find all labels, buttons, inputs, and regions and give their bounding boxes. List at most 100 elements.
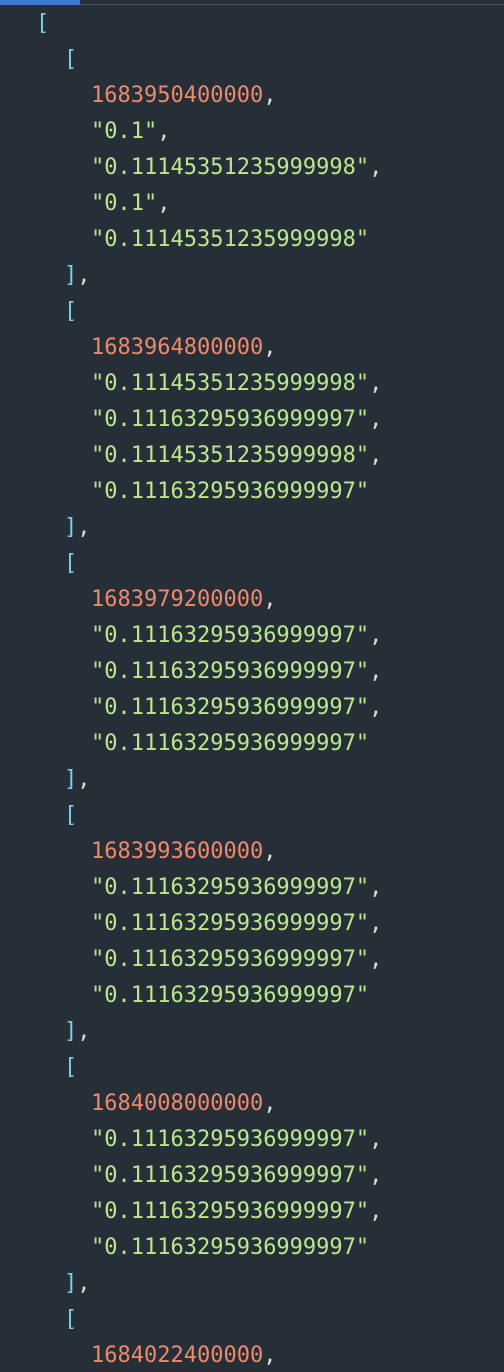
string-value: 0.11163295936999997 <box>104 731 356 756</box>
comma: , <box>369 155 383 180</box>
string-value: 0.11163295936999997 <box>104 479 356 504</box>
string-quote: " <box>91 1199 105 1224</box>
timestamp-value: 1683993600000 <box>91 839 264 864</box>
code-line: 1683950400000, <box>0 78 504 114</box>
comma: , <box>369 947 383 972</box>
comma: , <box>369 911 383 936</box>
code-line: [ <box>0 42 504 78</box>
comma: , <box>263 83 277 108</box>
timestamp-value: 1683950400000 <box>91 83 264 108</box>
comma: , <box>369 1199 383 1224</box>
string-quote: " <box>91 155 105 180</box>
string-quote: " <box>91 731 105 756</box>
open-bracket: [ <box>64 47 78 72</box>
string-value: 0.11163295936999997 <box>104 1163 356 1188</box>
close-bracket: ] <box>64 1271 78 1296</box>
string-quote: " <box>355 155 370 180</box>
open-bracket: [ <box>36 11 50 36</box>
string-quote: " <box>91 443 105 468</box>
string-quote: " <box>91 1127 105 1152</box>
string-quote: " <box>91 911 105 936</box>
string-quote: " <box>91 623 105 648</box>
comma: , <box>369 875 383 900</box>
string-quote: " <box>91 479 105 504</box>
string-value: 0.11163295936999997 <box>104 407 356 432</box>
code-line: "0.11163295936999997", <box>0 1122 504 1158</box>
code-line: "0.11163295936999997", <box>0 942 504 978</box>
close-bracket: ] <box>64 767 78 792</box>
string-quote: " <box>355 1235 370 1260</box>
string-quote: " <box>91 191 105 216</box>
code-view[interactable]: [ [ 1683950400000, "0.1", "0.11145351235… <box>0 6 504 1372</box>
code-line: "0.11163295936999997", <box>0 1158 504 1194</box>
json-viewer: [ [ 1683950400000, "0.1", "0.11145351235… <box>0 0 504 1372</box>
code-line: 1683964800000, <box>0 330 504 366</box>
string-quote: " <box>355 731 370 756</box>
open-bracket: [ <box>64 1055 78 1080</box>
string-quote: " <box>355 1199 370 1224</box>
code-line: 1684008000000, <box>0 1086 504 1122</box>
string-quote: " <box>355 371 370 396</box>
string-value: 0.11163295936999997 <box>104 911 356 936</box>
string-value: 0.1 <box>104 191 144 216</box>
comma: , <box>369 407 383 432</box>
string-quote: " <box>355 1127 370 1152</box>
close-bracket: ] <box>64 263 78 288</box>
code-line: 1683979200000, <box>0 582 504 618</box>
timestamp-value: 1683964800000 <box>91 335 264 360</box>
comma: , <box>77 1019 91 1044</box>
string-quote: " <box>91 227 105 252</box>
code-line: "0.1", <box>0 114 504 150</box>
code-line: "0.11163295936999997" <box>0 474 504 510</box>
string-quote: " <box>355 947 370 972</box>
string-value: 0.11163295936999997 <box>104 875 356 900</box>
string-quote: " <box>355 407 370 432</box>
string-quote: " <box>91 371 105 396</box>
comma: , <box>369 1127 383 1152</box>
string-quote: " <box>144 191 158 216</box>
string-value: 0.11163295936999997 <box>104 1235 356 1260</box>
code-line: ], <box>0 762 504 798</box>
code-line: ], <box>0 1014 504 1050</box>
code-line: "0.11145351235999998", <box>0 366 504 402</box>
code-line: "0.11163295936999997" <box>0 726 504 762</box>
code-line: "0.11163295936999997" <box>0 978 504 1014</box>
string-quote: " <box>355 695 370 720</box>
tab-divider <box>80 4 504 5</box>
open-bracket: [ <box>64 551 78 576</box>
code-line: ], <box>0 510 504 546</box>
comma: , <box>263 839 277 864</box>
string-value: 0.11145351235999998 <box>104 371 356 396</box>
string-quote: " <box>355 1163 370 1188</box>
string-value: 0.11163295936999997 <box>104 983 356 1008</box>
code-line: [ <box>0 294 504 330</box>
string-quote: " <box>355 443 370 468</box>
string-quote: " <box>91 983 105 1008</box>
comma: , <box>263 1343 277 1368</box>
string-value: 0.11163295936999997 <box>104 695 356 720</box>
comma: , <box>77 767 91 792</box>
comma: , <box>263 335 277 360</box>
string-value: 0.11163295936999997 <box>104 623 356 648</box>
comma: , <box>369 659 383 684</box>
comma: , <box>77 515 91 540</box>
comma: , <box>369 443 383 468</box>
comma: , <box>77 1271 91 1296</box>
comma: , <box>369 371 383 396</box>
code-line: 1683993600000, <box>0 834 504 870</box>
code-line: "0.1", <box>0 186 504 222</box>
string-quote: " <box>355 623 370 648</box>
code-line: "0.11145351235999998" <box>0 222 504 258</box>
code-line: ], <box>0 258 504 294</box>
active-tab-indicator[interactable] <box>0 0 80 5</box>
timestamp-value: 1684008000000 <box>91 1091 264 1116</box>
string-quote: " <box>91 1163 105 1188</box>
comma: , <box>157 119 171 144</box>
code-line: "0.11163295936999997", <box>0 1194 504 1230</box>
string-value: 0.1 <box>104 119 144 144</box>
string-quote: " <box>355 983 370 1008</box>
code-line: [ <box>0 546 504 582</box>
string-quote: " <box>91 695 105 720</box>
string-quote: " <box>91 659 105 684</box>
comma: , <box>263 587 277 612</box>
